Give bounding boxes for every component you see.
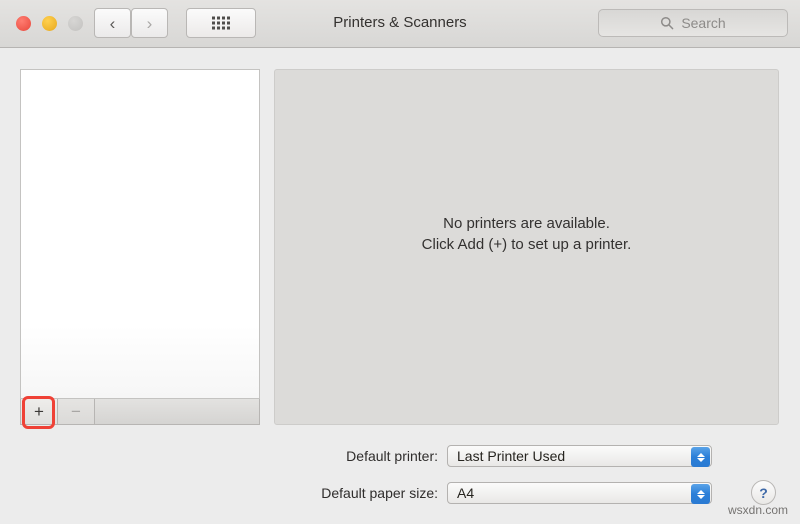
minus-icon: − <box>71 401 81 421</box>
default-paper-size-label: Default paper size: <box>321 485 438 501</box>
empty-message-line-2: Click Add (+) to set up a printer. <box>421 236 632 254</box>
empty-state-message: No printers are available. Click Add (+)… <box>275 213 778 256</box>
printers-scanners-window: ‹ › Printers & Scanners Search + − No pr… <box>0 0 800 524</box>
plus-icon: + <box>34 401 44 421</box>
add-printer-button[interactable]: + <box>21 399 58 424</box>
default-paper-size-select[interactable]: A4 <box>447 482 712 504</box>
search-input[interactable]: Search <box>598 9 788 37</box>
printer-list-toolbar: + − <box>20 399 260 425</box>
default-printer-row: Default printer: Last Printer Used <box>0 445 740 467</box>
default-printer-value: Last Printer Used <box>457 448 566 464</box>
question-mark-icon: ? <box>759 484 768 501</box>
remove-printer-button[interactable]: − <box>58 399 95 424</box>
search-field-contents: Search <box>660 15 726 31</box>
printer-list[interactable] <box>20 69 260 399</box>
search-placeholder: Search <box>681 15 726 31</box>
default-paper-size-value: A4 <box>457 485 475 501</box>
help-button[interactable]: ? <box>751 480 776 505</box>
stepper-arrows-icon[interactable] <box>691 484 710 504</box>
search-icon <box>660 16 674 30</box>
stepper-arrows-icon[interactable] <box>691 447 710 467</box>
toolbar-filler <box>95 399 259 424</box>
default-printer-select[interactable]: Last Printer Used <box>447 445 712 467</box>
empty-message-line-1: No printers are available. <box>443 215 610 232</box>
window-titlebar: ‹ › Printers & Scanners Search <box>0 0 800 48</box>
default-paper-size-row: Default paper size: A4 <box>0 482 740 504</box>
printer-detail-panel: No printers are available. Click Add (+)… <box>274 69 779 425</box>
default-printer-label: Default printer: <box>346 448 438 464</box>
watermark: wsxdn.com <box>727 503 789 517</box>
